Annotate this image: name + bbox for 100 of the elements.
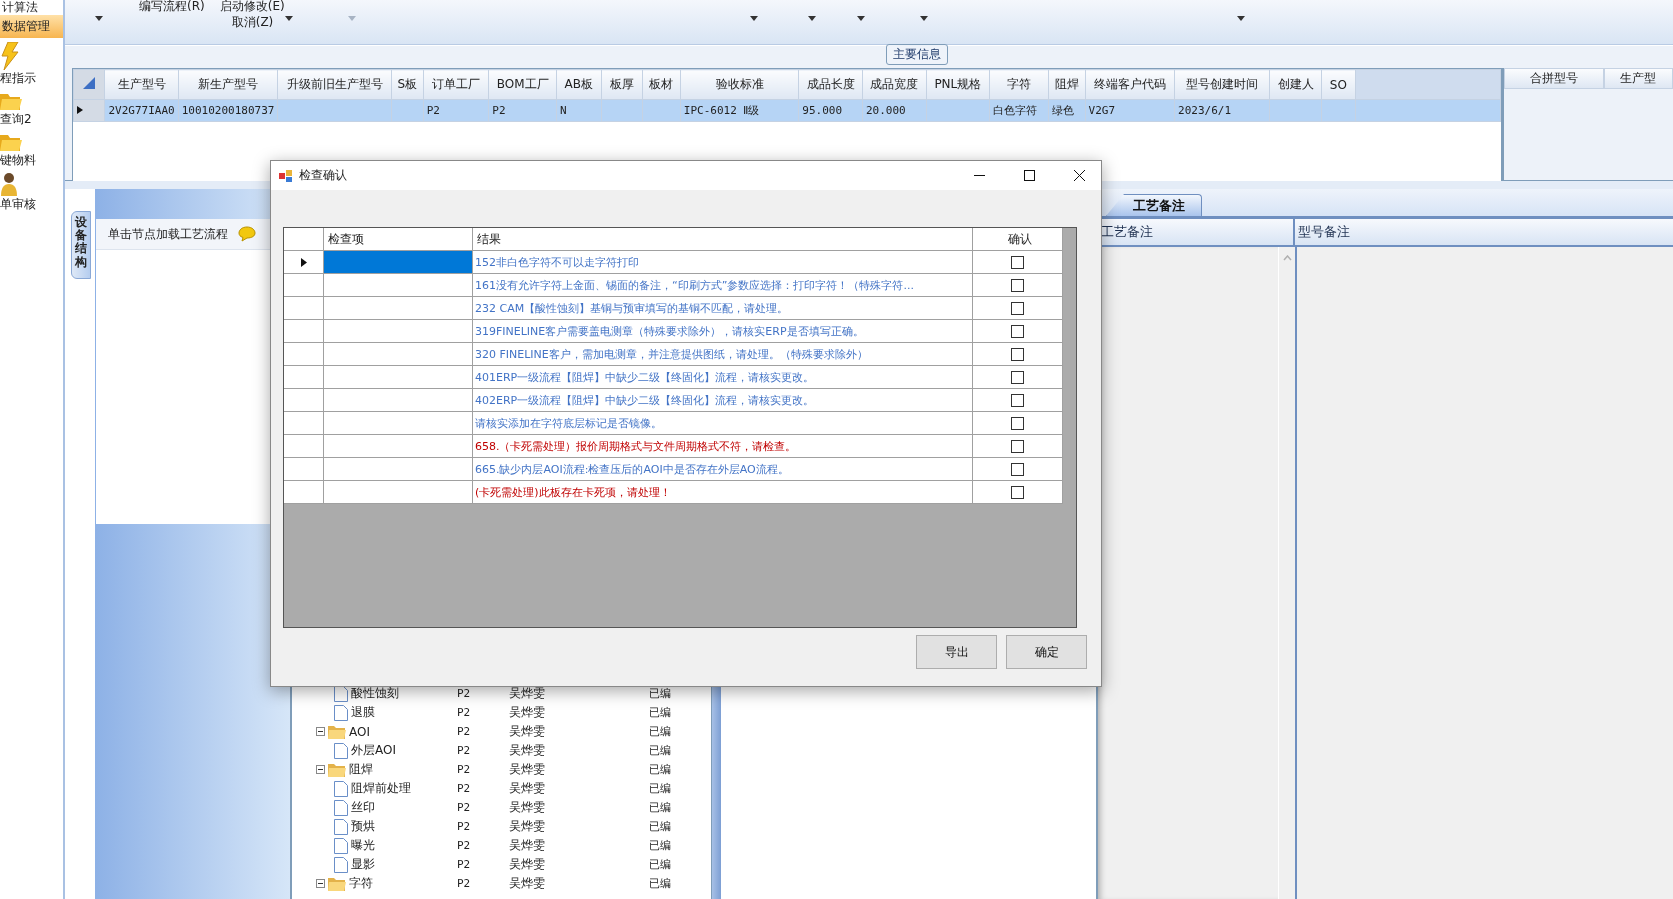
tree-node-label[interactable]: 显影: [351, 856, 375, 873]
column-header[interactable]: 确认: [973, 228, 1063, 251]
column-header[interactable]: 型号备注: [1298, 223, 1350, 241]
menu-item[interactable]: 编写流程(R): [139, 0, 205, 13]
table-cell[interactable]: [324, 274, 473, 297]
sidebar-item[interactable]: 单审核: [0, 172, 36, 212]
table-cell: P2: [492, 104, 506, 117]
column-header[interactable]: BOM工厂: [488, 69, 557, 100]
table-cell: 665.缺少内层AOI流程:检查压后的AOI中是否存在外层AO流程。: [475, 461, 789, 477]
table-cell[interactable]: [324, 389, 473, 412]
collapse-icon[interactable]: [316, 765, 325, 774]
table-cell[interactable]: [324, 481, 473, 504]
folder-icon: [328, 876, 346, 891]
menu-item[interactable]: 启动修改(E): [219, 0, 285, 13]
dropdown-arrow-icon[interactable]: [856, 16, 865, 21]
sidebar-item[interactable]: 键物料: [0, 131, 36, 168]
tree-node-label[interactable]: 外层AOI: [351, 742, 396, 759]
table-cell[interactable]: [324, 320, 473, 343]
row-header[interactable]: [73, 99, 105, 122]
table-cell[interactable]: [324, 435, 473, 458]
dialog-button[interactable]: 导出: [916, 635, 997, 669]
checkbox[interactable]: [1011, 255, 1024, 269]
column-header[interactable]: 检查项: [324, 228, 473, 251]
vertical-tab[interactable]: 设备结构: [71, 211, 91, 279]
column-header[interactable]: 合拼型号: [1504, 68, 1604, 89]
column-header[interactable]: 字符: [989, 69, 1049, 100]
column-header[interactable]: 板材: [642, 69, 681, 100]
column-header[interactable]: 验收标准: [680, 69, 799, 100]
table-cell[interactable]: [324, 297, 473, 320]
table-cell: 232 CAM【酸性蚀刻】基铜与预审填写的基铜不匹配，请处理。: [475, 300, 789, 316]
table-cell[interactable]: [324, 251, 473, 274]
column-header[interactable]: 型号创建时间: [1174, 69, 1270, 100]
column-header[interactable]: AB板: [556, 69, 602, 100]
scroll-up-icon[interactable]: [1282, 255, 1292, 261]
tree-node-label[interactable]: AOI: [349, 724, 370, 739]
table-cell[interactable]: [324, 458, 473, 481]
dropdown-arrow-icon[interactable]: [95, 16, 103, 21]
sidebar-item[interactable]: 数据管理: [0, 15, 63, 38]
document-icon: [334, 837, 348, 854]
checkbox[interactable]: [1011, 393, 1024, 407]
table-cell[interactable]: [324, 343, 473, 366]
collapse-icon[interactable]: [316, 727, 325, 736]
dropdown-arrow-icon[interactable]: [919, 16, 928, 21]
checkbox[interactable]: [1011, 416, 1024, 430]
checkbox[interactable]: [1011, 278, 1024, 292]
document-icon: [334, 780, 348, 797]
tab[interactable]: 工艺备注: [1106, 194, 1202, 216]
checkbox[interactable]: [1011, 485, 1024, 499]
checkbox[interactable]: [1011, 370, 1024, 384]
collapse-icon[interactable]: [316, 879, 325, 888]
checkbox[interactable]: [1011, 439, 1024, 453]
sidebar-item[interactable]: 查询2: [0, 90, 32, 127]
table-cell-text: P2: [457, 725, 472, 738]
column-header[interactable]: 订单工厂: [423, 69, 489, 100]
table-cell-text: P2: [457, 858, 472, 871]
table-cell-text: 已编: [649, 800, 672, 815]
checkbox[interactable]: [1011, 347, 1024, 361]
table-cell[interactable]: [324, 412, 473, 435]
folder-icon: [328, 762, 346, 777]
column-header[interactable]: 结果: [473, 228, 973, 251]
dropdown-arrow-icon[interactable]: [749, 16, 758, 21]
column-header[interactable]: 新生产型号: [178, 69, 278, 100]
column-header[interactable]: 阻焊: [1048, 69, 1086, 100]
dropdown-arrow-icon[interactable]: [807, 16, 816, 21]
table-cell: P2: [426, 104, 440, 117]
folder-icon: [328, 724, 346, 739]
tree-node-label[interactable]: 阻焊: [349, 761, 373, 778]
dropdown-arrow-icon[interactable]: [1236, 16, 1245, 21]
tree-node-label[interactable]: 退膜: [351, 704, 375, 721]
table-cell-text: 已编: [649, 781, 672, 796]
checkbox[interactable]: [1011, 462, 1024, 476]
checkbox[interactable]: [1011, 301, 1024, 315]
column-header[interactable]: S板: [391, 69, 424, 100]
table-cell-text: 已编: [649, 762, 672, 777]
column-header[interactable]: 成品长度: [798, 69, 863, 100]
tree-node-label[interactable]: 丝印: [351, 799, 375, 816]
dropdown-arrow-icon[interactable]: [284, 16, 293, 21]
column-header[interactable]: 板厚: [601, 69, 643, 100]
sidebar-item[interactable]: 程指示: [0, 42, 36, 86]
tree-node-label[interactable]: 曝光: [351, 837, 375, 854]
column-header[interactable]: 升级前旧生产型号: [277, 69, 392, 100]
menu-item[interactable]: 取消(Z): [231, 16, 274, 29]
tree-node-label[interactable]: 阻焊前处理: [351, 780, 411, 797]
column-header[interactable]: 生产型: [1603, 68, 1673, 89]
column-header[interactable]: PNL规格: [926, 69, 990, 100]
checkbox[interactable]: [1011, 324, 1024, 338]
column-header[interactable]: 生产型号: [104, 69, 179, 100]
table-cell-text: P2: [457, 839, 472, 852]
column-header[interactable]: 成品宽度: [862, 69, 927, 100]
column-header[interactable]: 工艺备注: [1101, 223, 1153, 241]
column-header[interactable]: 创建人: [1269, 69, 1322, 100]
dialog-button[interactable]: 确定: [1006, 635, 1087, 669]
tree-node-label[interactable]: 酸性蚀刻: [351, 685, 399, 702]
column-header[interactable]: 终端客户代码: [1085, 69, 1175, 100]
sidebar-item[interactable]: 计算法: [0, 0, 40, 15]
column-header[interactable]: SO: [1321, 69, 1356, 100]
table-cell[interactable]: [324, 366, 473, 389]
tree-node-label[interactable]: 字符: [349, 875, 373, 892]
row-header[interactable]: [284, 251, 324, 274]
tree-node-label[interactable]: 预烘: [351, 818, 375, 835]
